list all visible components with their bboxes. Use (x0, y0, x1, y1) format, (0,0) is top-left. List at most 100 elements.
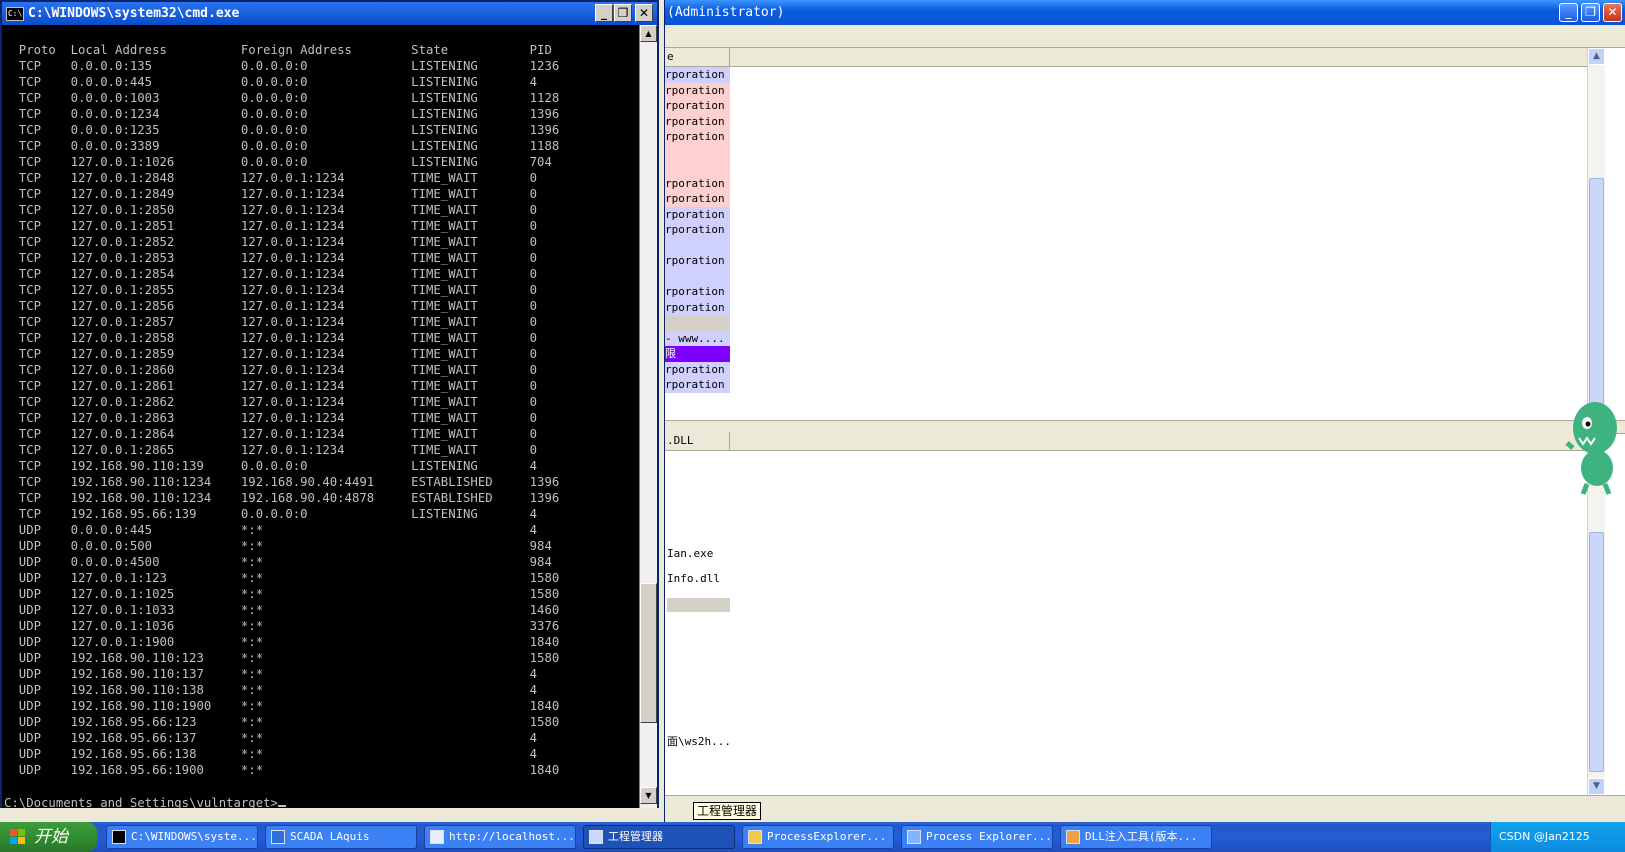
taskbar-button[interactable]: Process Explorer... (901, 825, 1053, 849)
netstat-row: TCP 127.0.0.1:2849 127.0.0.1:1234 TIME_W… (18, 187, 538, 201)
tooltip: 工程管理器 (693, 802, 762, 820)
scroll-down-arrow-icon[interactable]: ▼ (1588, 778, 1605, 795)
netstat-output: Proto Local Address Foreign Address Stat… (4, 42, 559, 778)
netstat-row: TCP 127.0.0.1:2856 127.0.0.1:1234 TIME_W… (18, 299, 538, 313)
netstat-row: TCP 127.0.0.1:2855 127.0.0.1:1234 TIME_W… (18, 283, 538, 297)
netstat-row: TCP 0.0.0.0:1234 0.0.0.0:0 LISTENING 139… (18, 107, 560, 121)
netstat-row: UDP 192.168.95.66:138 *:* 4 (18, 747, 538, 761)
maximize-button[interactable]: ❐ (1581, 3, 1600, 22)
dll-row[interactable]: Ian.exe (667, 547, 713, 561)
netstat-row: TCP 127.0.0.1:2857 127.0.0.1:1234 TIME_W… (18, 315, 538, 329)
cmd-titlebar[interactable]: C:\ C:\WINDOWS\system32\cmd.exe _ ❐ ✕ (2, 2, 657, 25)
netstat-row: TCP 127.0.0.1:2854 127.0.0.1:1234 TIME_W… (18, 267, 538, 281)
dll-injector-icon (1066, 830, 1080, 844)
command-prompt[interactable]: C:\Documents and Settings\vulntarget> (4, 795, 286, 808)
process-row[interactable]: rporation (665, 206, 730, 223)
taskbar-button-label: Process Explorer... (926, 830, 1052, 843)
process-explorer-window[interactable]: (Administrator) _ ❐ ✕ e rporation rporati… (664, 0, 1625, 823)
process-list-pane[interactable]: e rporation rporation rporation rporation rp… (665, 48, 1605, 420)
netstat-row: TCP 127.0.0.1:2865 127.0.0.1:1234 TIME_W… (18, 443, 538, 457)
netstat-row: TCP 127.0.0.1:2863 127.0.0.1:1234 TIME_W… (18, 411, 538, 425)
minimize-button[interactable]: _ (595, 4, 613, 22)
process-row[interactable]: rporation (665, 113, 730, 130)
dinosaur-mascot-icon (1565, 402, 1617, 495)
dll-list-header (665, 432, 1605, 451)
process-list-scrollbar[interactable]: ▲ (1587, 48, 1605, 420)
close-button[interactable]: ✕ (1603, 3, 1622, 22)
process-row[interactable] (665, 315, 730, 331)
close-button[interactable]: ✕ (635, 4, 653, 22)
netstat-row: TCP 0.0.0.0:1235 0.0.0.0:0 LISTENING 139… (18, 123, 560, 137)
process-row[interactable]: rporation (665, 175, 730, 192)
netstat-row: UDP 192.168.95.66:1900 *:* 1840 (18, 763, 560, 777)
process-row[interactable]: rporation (665, 299, 730, 316)
process-row[interactable]: rporation (665, 222, 730, 238)
process-row[interactable]: rporation (665, 253, 730, 269)
process-explorer-titlebar[interactable]: (Administrator) _ ❐ ✕ (665, 0, 1625, 25)
process-row[interactable]: - www.... (665, 330, 730, 347)
column-header-company[interactable]: e (665, 48, 730, 66)
cmd-title: C:\WINDOWS\system32\cmd.exe (28, 6, 240, 21)
taskbar-button[interactable]: 工程管理器 (583, 825, 735, 849)
console-output[interactable]: Proto Local Address Foreign Address Stat… (2, 25, 639, 808)
scroll-thumb[interactable] (640, 583, 657, 723)
netstat-row: UDP 192.168.90.110:123 *:* 1580 (18, 651, 560, 665)
netstat-row: TCP 0.0.0.0:445 0.0.0.0:0 LISTENING 4 (18, 75, 538, 89)
netstat-row: UDP 0.0.0.0:4500 *:* 984 (18, 555, 552, 569)
scroll-up-arrow-icon[interactable]: ▲ (1588, 48, 1605, 65)
process-row[interactable]: rporation (665, 377, 730, 393)
process-row[interactable] (665, 144, 730, 161)
cmd-scrollbar[interactable]: ▲ ▼ (639, 25, 657, 808)
netstat-row: TCP 127.0.0.1:2858 127.0.0.1:1234 TIME_W… (18, 331, 538, 345)
taskbar-button[interactable]: http://localhost... (424, 825, 576, 849)
netstat-row: UDP 0.0.0.0:445 *:* 4 (18, 523, 538, 537)
process-row[interactable]: rporation (665, 98, 730, 114)
netstat-row: TCP 127.0.0.1:2860 127.0.0.1:1234 TIME_W… (18, 363, 538, 377)
process-explorer-statusbar: 工程管理器 (665, 795, 1625, 823)
dll-row[interactable]: .DLL (667, 434, 694, 448)
taskbar-button[interactable]: C:\WINDOWS\syste... (106, 825, 258, 849)
taskbar-button-label: 工程管理器 (608, 830, 663, 843)
process-row[interactable] (665, 237, 730, 254)
scroll-up-arrow-icon[interactable]: ▲ (640, 25, 657, 42)
netstat-row: TCP 127.0.0.1:2859 127.0.0.1:1234 TIME_W… (18, 347, 538, 361)
netstat-row: TCP 192.168.95.66:139 0.0.0.0:0 LISTENIN… (18, 507, 538, 521)
netstat-row: UDP 192.168.90.110:138 *:* 4 (18, 683, 538, 697)
taskbar-button[interactable]: ProcessExplorer... (742, 825, 894, 849)
start-button[interactable]: 开始 (0, 822, 97, 852)
process-row[interactable] (665, 160, 730, 176)
restore-button[interactable]: ❐ (614, 4, 632, 22)
process-explorer-icon (907, 830, 921, 844)
cmd-window[interactable]: C:\ C:\WINDOWS\system32\cmd.exe _ ❐ ✕ Pr… (0, 0, 659, 808)
scroll-thumb[interactable] (1589, 532, 1604, 772)
dll-list-pane[interactable]: .DLL Ian.exe Info.dll 面\ws2h... ▼ (665, 432, 1605, 795)
process-row[interactable] (665, 268, 730, 285)
netstat-row: TCP 127.0.0.1:2861 127.0.0.1:1234 TIME_W… (18, 379, 538, 393)
browser-icon (430, 830, 444, 844)
process-row[interactable]: rporation (665, 67, 730, 83)
cmd-icon (112, 830, 126, 844)
netstat-row: TCP 127.0.0.1:2864 127.0.0.1:1234 TIME_W… (18, 427, 538, 441)
dll-row[interactable]: Info.dll (667, 572, 720, 586)
process-explorer-toolbar (665, 25, 1625, 48)
dll-row[interactable]: 面\ws2h... (667, 735, 731, 749)
process-row[interactable]: rporation (665, 129, 730, 145)
dll-row[interactable] (667, 598, 730, 612)
taskbar-button[interactable]: DLL注入工具(版本... (1060, 825, 1212, 849)
text-cursor (277, 805, 286, 807)
scroll-thumb[interactable] (1589, 178, 1604, 408)
taskbar-button-label: DLL注入工具(版本... (1085, 830, 1198, 843)
netstat-row: TCP 0.0.0.0:3389 0.0.0.0:0 LISTENING 118… (18, 139, 560, 153)
netstat-row: TCP 192.168.90.110:1234 192.168.90.40:44… (18, 475, 560, 489)
netstat-row: TCP 127.0.0.1:2853 127.0.0.1:1234 TIME_W… (18, 251, 538, 265)
process-row[interactable]: rporation (665, 82, 730, 99)
minimize-button[interactable]: _ (1559, 3, 1578, 22)
process-row[interactable]: rporation (665, 361, 730, 378)
taskbar-button[interactable]: SCADA LAquis (265, 825, 417, 849)
process-row[interactable]: 限 (665, 346, 730, 362)
netstat-row: UDP 192.168.90.110:1900 *:* 1840 (18, 699, 560, 713)
scroll-down-arrow-icon[interactable]: ▼ (640, 787, 657, 804)
process-row[interactable]: rporation (665, 191, 730, 207)
process-row[interactable]: rporation (665, 284, 730, 300)
netstat-row: TCP 192.168.90.110:139 0.0.0.0:0 LISTENI… (18, 459, 538, 473)
